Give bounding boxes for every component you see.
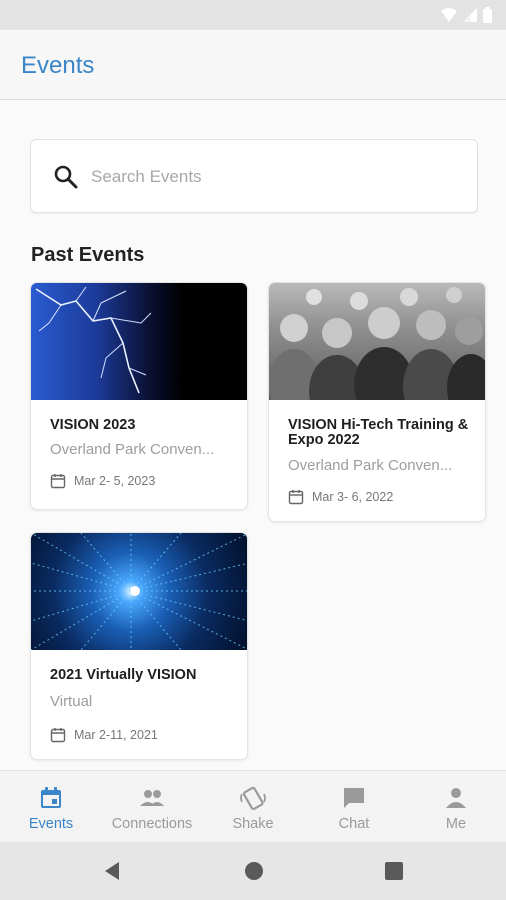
event-card[interactable]: 2021 Virtually VISION Virtual Mar 2-11, …	[30, 532, 248, 760]
status-bar	[0, 0, 506, 30]
event-date: Mar 2- 5, 2023	[50, 473, 155, 489]
nav-item-me[interactable]: Me	[416, 771, 496, 843]
app-bar: Events	[0, 30, 506, 100]
data-tunnel-image	[31, 533, 247, 650]
event-venue: Overland Park Conven...	[50, 441, 215, 458]
calendar-small-icon	[50, 474, 66, 489]
event-title: 2021 Virtually VISION	[50, 667, 197, 683]
event-date-text: Mar 2- 5, 2023	[74, 474, 156, 488]
nav-label: Shake	[232, 816, 274, 832]
page-title: Events	[21, 52, 95, 79]
calendar-small-icon	[288, 490, 304, 505]
nav-item-events[interactable]: Events	[10, 771, 92, 843]
recents-icon[interactable]	[383, 860, 405, 882]
crowd-photo	[269, 283, 485, 400]
calendar-icon	[41, 787, 61, 808]
event-title: VISION Hi-Tech Training & Expo 2022	[288, 417, 469, 448]
event-card[interactable]: VISION Hi-Tech Training & Expo 2022 Over…	[268, 282, 486, 522]
event-date-text: Mar 3- 6, 2022	[312, 490, 394, 504]
wifi-icon	[441, 8, 457, 22]
lightning-bolts	[35, 286, 152, 394]
event-date: Mar 3- 6, 2022	[288, 489, 393, 505]
nav-label: Events	[28, 816, 74, 832]
events-content[interactable]: Past Events VISION 2023 Overland Park Co…	[0, 101, 506, 770]
section-title: Past Events	[31, 244, 145, 266]
event-venue: Overland Park Conven...	[288, 457, 453, 474]
calendar-small-icon	[50, 728, 66, 743]
event-title: VISION 2023	[50, 417, 136, 433]
signal-icon	[463, 8, 477, 22]
event-date: Mar 2-11, 2021	[50, 727, 158, 743]
event-date-text: Mar 2-11, 2021	[74, 728, 158, 742]
tunnel-rays	[31, 533, 247, 650]
crowd-shapes	[269, 287, 485, 400]
shake-phone-icon	[240, 786, 266, 811]
search-icon	[54, 165, 78, 189]
nav-item-shake[interactable]: Shake	[213, 771, 293, 843]
person-icon	[446, 788, 466, 808]
event-card[interactable]: VISION 2023 Overland Park Conven... Mar …	[30, 282, 248, 510]
search-input[interactable]	[91, 162, 451, 192]
nav-label: Connections	[111, 816, 193, 832]
lightning-image	[31, 283, 247, 400]
status-icons	[441, 7, 492, 23]
bottom-nav: Events Connections Shake Chat Me	[0, 770, 506, 842]
search-box[interactable]	[30, 139, 478, 213]
nav-label: Chat	[338, 816, 370, 832]
nav-item-chat[interactable]: Chat	[314, 771, 394, 843]
back-icon[interactable]	[101, 860, 123, 882]
home-icon[interactable]	[243, 860, 265, 882]
nav-item-connections[interactable]: Connections	[102, 771, 202, 843]
battery-icon	[483, 7, 492, 23]
nav-label: Me	[445, 816, 467, 832]
system-nav-bar	[0, 842, 506, 900]
event-venue: Virtual	[50, 693, 93, 710]
people-icon	[140, 790, 164, 806]
chat-bubble-icon	[344, 788, 364, 808]
